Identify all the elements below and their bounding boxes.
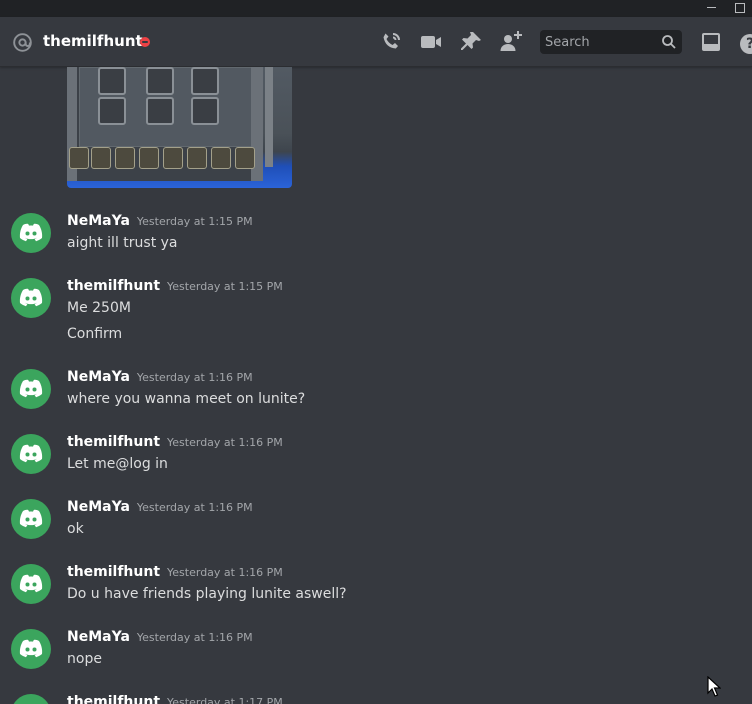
attachment-pillar-far xyxy=(265,67,273,167)
message-author[interactable]: NeMaYa xyxy=(67,369,130,385)
discord-logo-icon xyxy=(19,574,43,593)
message-author[interactable]: themilfhunt xyxy=(67,694,160,704)
avatar[interactable] xyxy=(11,213,51,253)
inventory-slot xyxy=(235,147,255,169)
maximize-icon[interactable] xyxy=(735,3,745,13)
message-header: themilfhunt Yesterday at 1:16 PM xyxy=(67,434,283,450)
inventory-slot xyxy=(139,147,159,169)
equipment-slot xyxy=(191,97,219,125)
message-text: aight ill trust ya xyxy=(67,235,178,251)
inventory-slot xyxy=(163,147,183,169)
message-timestamp: Yesterday at 1:16 PM xyxy=(136,501,253,514)
channel-header: themilfhunt ? xyxy=(0,17,752,67)
inventory-slot xyxy=(211,147,231,169)
equipment-slot xyxy=(98,97,126,125)
message-text: Let me@log in xyxy=(67,456,168,472)
inventory-slot xyxy=(69,147,89,169)
avatar[interactable] xyxy=(11,629,51,669)
message-author[interactable]: NeMaYa xyxy=(67,499,130,515)
inventory-slot xyxy=(91,147,111,169)
search-bar[interactable] xyxy=(540,30,682,54)
message-header: NeMaYa Yesterday at 1:16 PM xyxy=(67,499,253,515)
avatar[interactable] xyxy=(11,278,51,318)
voice-call-icon[interactable] xyxy=(379,30,403,54)
avatar[interactable] xyxy=(11,499,51,539)
message-author[interactable]: themilfhunt xyxy=(67,434,160,450)
message-list: NeMaYa Yesterday at 1:15 PM aight ill tru… xyxy=(0,67,752,704)
message-text: where you wanna meet on lunite? xyxy=(67,391,306,407)
discord-logo-icon xyxy=(19,444,43,463)
inbox-icon[interactable] xyxy=(699,30,723,54)
attachment-frame xyxy=(67,67,263,181)
message-text: nope xyxy=(67,651,102,667)
message-timestamp: Yesterday at 1:16 PM xyxy=(136,631,253,644)
message-text: ok xyxy=(67,521,84,537)
minimize-icon[interactable] xyxy=(707,7,716,8)
discord-logo-icon xyxy=(19,639,43,658)
message-header: NeMaYa Yesterday at 1:16 PM xyxy=(67,369,253,385)
equipment-slot xyxy=(146,67,174,95)
discord-logo-icon xyxy=(19,379,43,398)
discord-logo-icon xyxy=(19,223,43,242)
message-timestamp: Yesterday at 1:15 PM xyxy=(136,215,253,228)
discord-logo-icon xyxy=(19,288,43,307)
message-author[interactable]: NeMaYa xyxy=(67,213,130,229)
message-timestamp: Yesterday at 1:16 PM xyxy=(167,436,283,449)
message-header: NeMaYa Yesterday at 1:15 PM xyxy=(67,213,253,229)
equipment-slot xyxy=(146,97,174,125)
inventory-slot xyxy=(187,147,207,169)
add-friend-icon[interactable] xyxy=(499,30,523,54)
equipment-slot xyxy=(191,67,219,95)
equipment-slot xyxy=(98,67,126,95)
message-header: themilfhunt Yesterday at 1:17 PM xyxy=(67,694,283,704)
search-icon xyxy=(662,35,676,49)
message-timestamp: Yesterday at 1:16 PM xyxy=(167,566,283,579)
message-header: themilfhunt Yesterday at 1:15 PM xyxy=(67,278,283,294)
message-author[interactable]: NeMaYa xyxy=(67,629,130,645)
inventory-slot xyxy=(115,147,135,169)
video-call-icon[interactable] xyxy=(419,30,443,54)
search-input[interactable] xyxy=(540,30,658,54)
message-header: NeMaYa Yesterday at 1:16 PM xyxy=(67,629,253,645)
avatar[interactable] xyxy=(11,369,51,409)
image-attachment[interactable] xyxy=(67,67,292,188)
discord-logo-icon xyxy=(19,509,43,528)
message-text: Me 250M xyxy=(67,300,131,316)
avatar[interactable] xyxy=(11,564,51,604)
message-text: Do u have friends playing lunite aswell? xyxy=(67,586,347,602)
message-timestamp: Yesterday at 1:15 PM xyxy=(167,280,283,293)
dnd-status-icon xyxy=(140,37,150,47)
avatar[interactable] xyxy=(11,434,51,474)
pin-icon[interactable] xyxy=(459,30,483,54)
message-text: Confirm xyxy=(67,326,123,342)
message-header: themilfhunt Yesterday at 1:16 PM xyxy=(67,564,283,580)
mouse-cursor-icon xyxy=(707,676,721,697)
avatar[interactable] xyxy=(11,694,51,704)
help-icon[interactable]: ? xyxy=(740,34,752,54)
message-author[interactable]: themilfhunt xyxy=(67,564,160,580)
dm-title: themilfhunt xyxy=(43,32,143,50)
message-author[interactable]: themilfhunt xyxy=(67,278,160,294)
message-timestamp: Yesterday at 1:17 PM xyxy=(167,696,283,704)
at-icon xyxy=(13,33,32,52)
message-timestamp: Yesterday at 1:16 PM xyxy=(136,371,253,384)
window-titlebar xyxy=(0,0,752,17)
